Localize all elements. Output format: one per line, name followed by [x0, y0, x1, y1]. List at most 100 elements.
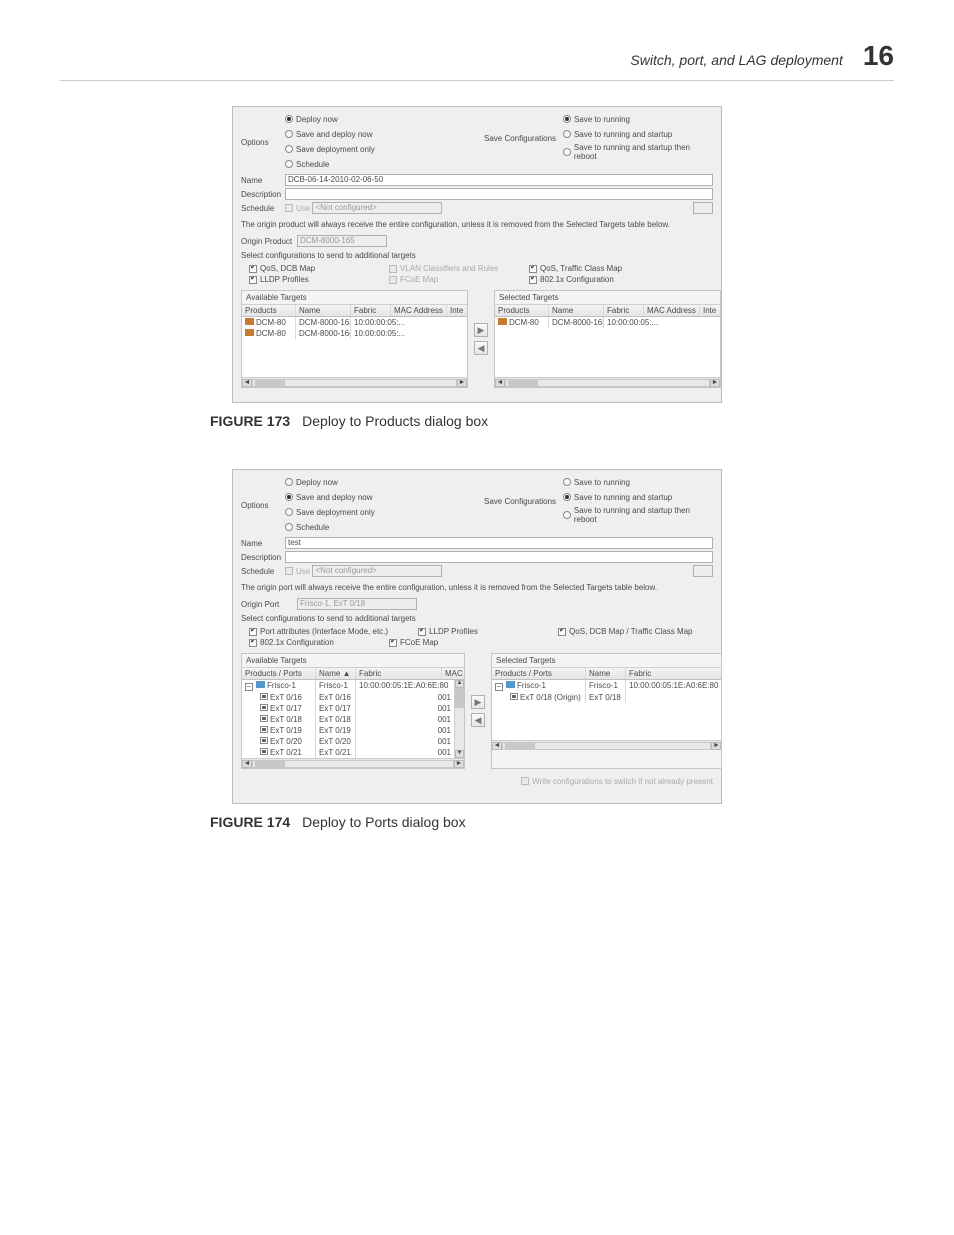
move-left-button[interactable]: ◀ — [471, 713, 485, 727]
save-config-label: Save Configurations — [484, 497, 563, 506]
chk-fcoe — [389, 276, 397, 284]
schedule-field: <Not configured> — [312, 202, 442, 214]
radio-label: Deploy now — [296, 115, 338, 124]
port-icon — [260, 704, 268, 711]
tree-toggle-icon[interactable]: – — [245, 683, 253, 691]
description-input[interactable] — [285, 188, 713, 200]
name-input[interactable]: DCB-06-14-2010-02-06-50 — [285, 174, 713, 186]
port-icon — [260, 726, 268, 733]
radio-label: Save to running — [574, 478, 630, 487]
radio-label: Schedule — [296, 523, 329, 532]
th-fabric[interactable]: Fabric — [351, 305, 391, 316]
radio-save-running-startup-reboot[interactable] — [563, 511, 571, 519]
chk-fcoe[interactable] — [389, 639, 397, 647]
th-products[interactable]: Products — [242, 305, 296, 316]
radio-label: Save to running — [574, 115, 630, 124]
chk-8021x[interactable] — [529, 276, 537, 284]
config-checkbox-grid: QoS, DCB Map VLAN Classifiers and Rules … — [249, 264, 713, 284]
radio-save-deploy-now[interactable] — [285, 493, 293, 501]
h-scrollbar[interactable]: ◄► — [242, 377, 467, 387]
chk-port-attrs[interactable] — [249, 628, 257, 636]
radio-save-running[interactable] — [563, 478, 571, 486]
h-scrollbar[interactable]: ◄► — [492, 740, 721, 750]
use-checkbox — [285, 204, 293, 212]
move-right-button[interactable]: ▶ — [471, 695, 485, 709]
selected-targets-title: Selected Targets — [495, 291, 720, 305]
move-left-button[interactable]: ◀ — [474, 341, 488, 355]
th-fabric[interactable]: Fabric — [604, 305, 644, 316]
th-products-ports[interactable]: Products / Ports — [242, 668, 316, 679]
available-targets-title: Available Targets — [242, 291, 467, 305]
table-row: –Frisco-1Frisco-110:00:00:05:1E:A0:6E:80 — [242, 680, 454, 692]
radio-save-only[interactable] — [285, 145, 293, 153]
radio-save-only[interactable] — [285, 508, 293, 516]
selected-targets-table[interactable]: Selected Targets Products Name Fabric MA… — [494, 290, 721, 388]
table-row: DCM-80DCM-8000-16510:00:00:05:... — [495, 317, 720, 328]
switch-icon — [245, 329, 254, 336]
radio-save-deploy-now[interactable] — [285, 130, 293, 138]
th-mac[interactable]: MAC Address — [391, 305, 447, 316]
table-row: ExT 0/17ExT 0/17001 — [242, 703, 454, 714]
schedule-label: Schedule — [241, 204, 285, 213]
chk-lldp[interactable] — [249, 276, 257, 284]
table-row: ExT 0/21ExT 0/21001 — [242, 747, 454, 758]
radio-deploy-now[interactable] — [285, 115, 293, 123]
radio-save-running[interactable] — [563, 115, 571, 123]
name-label: Name — [241, 539, 285, 548]
radio-schedule[interactable] — [285, 523, 293, 531]
origin-port-field: Frisco-1, ExT 0/18 — [297, 598, 417, 610]
schedule-browse-button — [693, 202, 713, 214]
radio-deploy-now[interactable] — [285, 478, 293, 486]
radio-save-running-startup[interactable] — [563, 130, 571, 138]
origin-product-field: DCM-8000-165 — [297, 235, 387, 247]
th-name[interactable]: Name — [549, 305, 604, 316]
h-scrollbar[interactable]: ◄► — [242, 758, 464, 768]
tree-toggle-icon[interactable]: – — [495, 683, 503, 691]
name-input[interactable]: test — [285, 537, 713, 549]
th-inte[interactable]: Inte — [700, 305, 720, 316]
th-name[interactable]: Name — [296, 305, 351, 316]
radio-schedule[interactable] — [285, 160, 293, 168]
table-row: –Frisco-1Frisco-110:00:00:05:1E:A0:6E:80 — [492, 680, 721, 692]
chk-qos-dcb[interactable] — [249, 265, 257, 273]
chk-8021x[interactable] — [249, 639, 257, 647]
desc-label: Description — [241, 190, 285, 199]
radio-label: Save to running and startup then reboot — [574, 506, 713, 524]
origin-port-label: Origin Port — [241, 600, 297, 609]
v-scrollbar[interactable]: ▲▼ — [454, 680, 464, 758]
port-icon — [260, 693, 268, 700]
deploy-to-ports-dialog: Options Deploy now Save and deploy now S… — [232, 469, 722, 804]
available-targets-table[interactable]: Available Targets Products Name Fabric M… — [241, 290, 468, 388]
port-icon — [510, 693, 518, 700]
chk-qos-traffic[interactable] — [529, 265, 537, 273]
th-fabric[interactable]: Fabric — [626, 668, 721, 679]
th-mac[interactable]: MAC — [442, 668, 464, 679]
th-products[interactable]: Products — [495, 305, 549, 316]
table-row: ExT 0/18ExT 0/18001 — [242, 714, 454, 725]
h-scrollbar[interactable]: ◄► — [495, 377, 720, 387]
name-label: Name — [241, 176, 285, 185]
chk-vlan-classifiers — [389, 265, 397, 273]
desc-label: Description — [241, 553, 285, 562]
th-name[interactable]: Name — [586, 668, 626, 679]
radio-save-running-startup[interactable] — [563, 493, 571, 501]
options-label: Options — [241, 501, 285, 510]
th-name[interactable]: Name ▲ — [316, 668, 356, 679]
th-mac[interactable]: MAC Address — [644, 305, 700, 316]
description-input[interactable] — [285, 551, 713, 563]
use-checkbox — [285, 567, 293, 575]
table-row: DCM-80DCM-8000-16310:00:00:05:... — [242, 317, 467, 328]
radio-save-running-startup-reboot[interactable] — [563, 148, 571, 156]
schedule-browse-button — [693, 565, 713, 577]
th-fabric[interactable]: Fabric — [356, 668, 442, 679]
selected-targets-table[interactable]: Selected Targets Products / Ports Name F… — [491, 653, 722, 769]
use-label: Use — [296, 567, 310, 576]
move-right-button[interactable]: ▶ — [474, 323, 488, 337]
th-products-ports[interactable]: Products / Ports — [492, 668, 586, 679]
chk-lldp[interactable] — [418, 628, 426, 636]
table-row: ExT 0/19ExT 0/19001 — [242, 725, 454, 736]
table-row: ExT 0/20ExT 0/20001 — [242, 736, 454, 747]
available-targets-table[interactable]: Available Targets Products / Ports Name … — [241, 653, 465, 769]
chk-qos-dcb-traffic[interactable] — [558, 628, 566, 636]
th-inte[interactable]: Inte — [447, 305, 467, 316]
